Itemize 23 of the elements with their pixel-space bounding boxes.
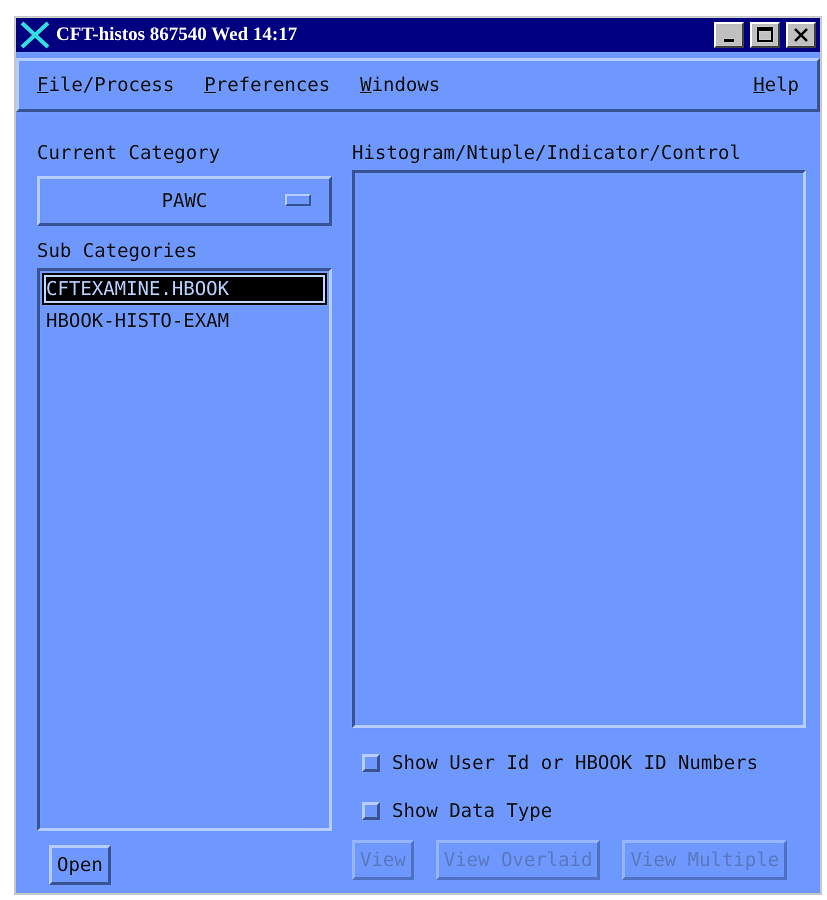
section-label: Current Category xyxy=(37,142,222,164)
checkbox-label: Show Data Type xyxy=(392,800,552,822)
section-label: Histogram/Ntuple/Indicator/Control xyxy=(352,142,742,164)
checkbox[interactable] xyxy=(362,802,380,820)
list-item[interactable]: CFTEXAMINE.HBOOK xyxy=(42,273,327,305)
close-button[interactable] xyxy=(786,22,816,48)
menu-item[interactable]: Windows xyxy=(360,74,440,96)
section-label: Sub Categories xyxy=(37,240,198,262)
checkbox[interactable] xyxy=(362,754,380,772)
menu-item[interactable]: Help xyxy=(753,74,799,96)
open-button[interactable]: Open xyxy=(49,845,111,885)
maximize-button[interactable] xyxy=(750,22,780,48)
window-title: CFT-histos 867540 Wed 14:17 xyxy=(56,24,298,46)
minimize-icon xyxy=(724,38,734,42)
menu-item[interactable]: Preferences xyxy=(204,74,330,96)
close-icon xyxy=(793,27,809,43)
x-logo-icon xyxy=(20,20,50,50)
checkbox-label: Show User Id or HBOOK ID Numbers xyxy=(392,752,758,774)
minimize-button[interactable] xyxy=(714,22,744,48)
menu-item[interactable]: File/Process xyxy=(37,74,174,96)
category-dropdown[interactable]: PAWC xyxy=(37,176,332,226)
maximize-icon xyxy=(757,27,773,43)
list-item[interactable]: HBOOK-HISTO-EXAM xyxy=(42,305,327,337)
